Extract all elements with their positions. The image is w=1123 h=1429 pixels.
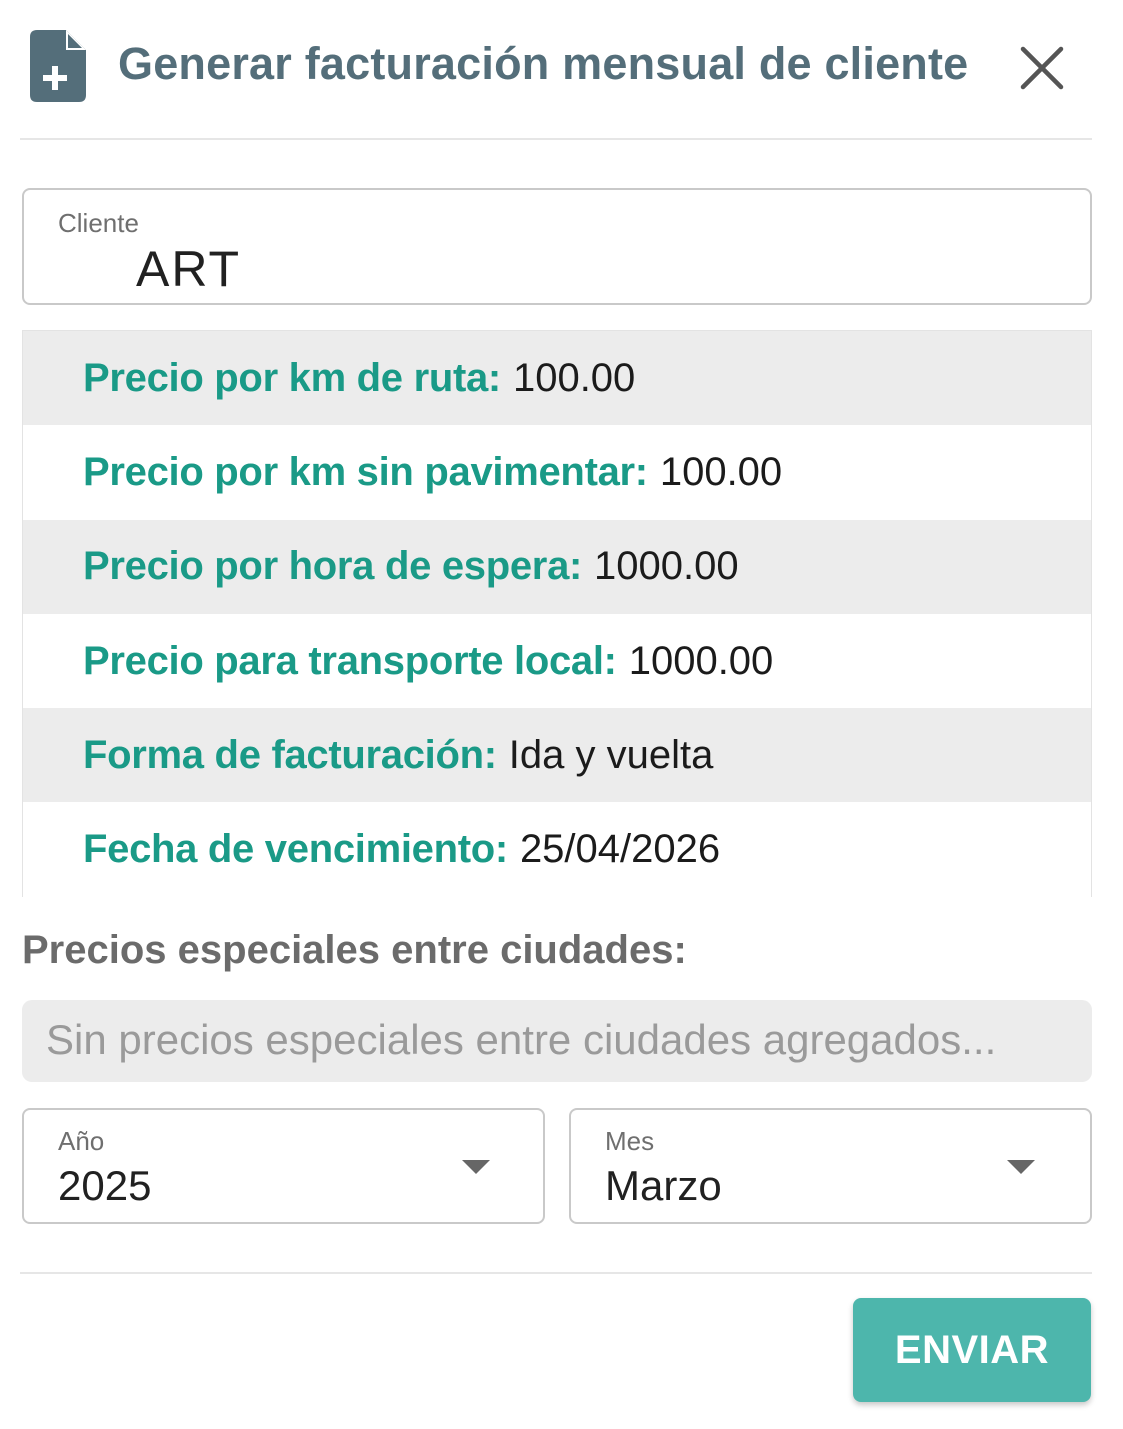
info-key: Forma de facturación: xyxy=(83,732,497,777)
footer-divider xyxy=(20,1272,1092,1274)
info-row-forma-facturacion: Forma de facturación: Ida y vuelta xyxy=(23,708,1091,803)
file-plus-icon xyxy=(30,30,86,102)
client-field[interactable]: Cliente ART xyxy=(22,188,1092,305)
submit-button[interactable]: ENVIAR xyxy=(853,1298,1091,1402)
info-value: 1000.00 xyxy=(594,544,739,589)
info-key: Fecha de vencimiento: xyxy=(83,827,508,872)
info-value: 1000.00 xyxy=(628,638,774,683)
info-row-km-sin-pavimentar: Precio por km sin pavimentar: 100.00 xyxy=(23,425,1091,520)
close-button[interactable] xyxy=(1018,44,1066,92)
chevron-down-icon xyxy=(1007,1160,1035,1174)
info-key: Precio por hora de espera: xyxy=(83,544,583,589)
client-field-value: ART xyxy=(136,241,242,297)
info-row-hora-espera: Precio por hora de espera: 1000.00 xyxy=(23,519,1091,614)
info-key: Precio para transporte local: xyxy=(83,638,617,683)
month-select-value: Marzo xyxy=(605,1162,722,1209)
special-prices-empty-box: Sin precios especiales entre ciudades ag… xyxy=(22,1000,1092,1082)
header-divider xyxy=(20,138,1092,140)
billing-dialog: Generar facturación mensual de cliente C… xyxy=(0,0,1123,1429)
dialog-header: Generar facturación mensual de cliente xyxy=(0,0,1123,140)
info-key: Precio por km de ruta: xyxy=(83,355,501,400)
special-prices-empty-text: Sin precios especiales entre ciudades ag… xyxy=(46,1016,997,1063)
info-row-fecha-vencimiento: Fecha de vencimiento: 25/04/2026 xyxy=(23,802,1091,897)
info-key: Precio por km sin pavimentar: xyxy=(83,449,648,494)
info-value: 25/04/2026 xyxy=(519,827,721,872)
year-select[interactable]: Año 2025 xyxy=(22,1108,545,1224)
chevron-down-icon xyxy=(462,1160,490,1174)
dialog-title: Generar facturación mensual de cliente xyxy=(118,38,969,89)
info-value: 100.00 xyxy=(659,449,783,494)
info-value: 100.00 xyxy=(512,355,636,400)
info-row-transporte-local: Precio para transporte local: 1000.00 xyxy=(23,613,1091,709)
year-select-label: Año xyxy=(58,1126,105,1156)
info-row-km-ruta: Precio por km de ruta: 100.00 xyxy=(23,331,1091,426)
year-select-value: 2025 xyxy=(58,1162,152,1209)
client-info-table: Precio por km de ruta: 100.00 Precio por… xyxy=(22,330,1092,897)
special-prices-heading: Precios especiales entre ciudades: xyxy=(22,928,687,972)
info-value: Ida y vuelta xyxy=(508,732,714,777)
close-icon xyxy=(1020,46,1064,90)
month-select[interactable]: Mes Marzo xyxy=(569,1108,1092,1224)
month-select-label: Mes xyxy=(605,1126,655,1156)
client-field-label: Cliente xyxy=(58,208,139,238)
